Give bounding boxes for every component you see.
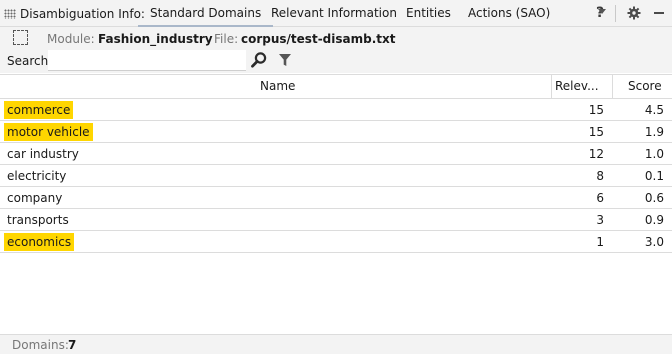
tab-actions-sao[interactable]: Actions (SAO) [468,0,550,27]
domains-count-label: Domains: [12,338,69,352]
table-row[interactable]: commerce 15 4.5 [0,99,672,121]
score-cell: 0.6 [644,191,664,205]
file-label: File: [214,32,239,46]
sort-descending-icon[interactable] [598,9,606,14]
search-input[interactable] [48,50,246,71]
relevance-cell: 12 [588,147,604,161]
relevance-cell: 1 [596,235,604,249]
column-header-relevance[interactable]: Relev... [555,75,599,98]
domain-name-cell: company [7,191,63,205]
relevance-cell: 6 [596,191,604,205]
relevance-cell: 15 [588,125,604,139]
domain-name-cell: economics [4,233,75,251]
table-row[interactable]: car industry 12 1.0 [0,143,672,165]
relevance-cell: 15 [588,103,604,117]
table-row[interactable]: transports 3 0.9 [0,209,672,231]
domain-name-cell: electricity [7,169,67,183]
column-header-score[interactable]: Score [628,75,662,98]
tab-relevant-information[interactable]: Relevant Information [271,0,397,27]
module-value: Fashion_industry [98,32,213,46]
table-header: Name Relev... Score [0,74,672,99]
domain-name-cell: motor vehicle [4,123,93,141]
score-cell: 0.1 [644,169,664,183]
score-cell: 3.0 [644,235,664,249]
status-bar [0,334,672,354]
table-row[interactable]: company 6 0.6 [0,187,672,209]
score-cell: 0.9 [644,213,664,227]
file-value: corpus/test-disamb.txt [241,32,396,46]
domain-name-cell: commerce [4,101,74,119]
settings-icon[interactable] [624,0,644,27]
table-row[interactable]: electricity 8 0.1 [0,165,672,187]
tab-standard-domains[interactable]: Standard Domains [137,0,274,27]
table-row[interactable]: motor vehicle 15 1.9 [0,121,672,143]
grip-icon[interactable] [4,9,16,19]
relevance-cell: 3 [596,213,604,227]
column-divider[interactable] [551,75,552,98]
score-cell: 4.5 [644,103,664,117]
column-header-name[interactable]: Name [260,75,295,98]
filter-icon[interactable] [278,53,292,67]
toolbar-divider [615,5,616,22]
view-title: Disambiguation Info: [20,7,145,21]
column-divider[interactable] [612,75,613,98]
table-row[interactable]: economics 1 3.0 [0,231,672,253]
module-label: Module: [47,32,95,46]
domain-name-cell: car industry [7,147,79,161]
relevance-cell: 8 [596,169,604,183]
tab-entities[interactable]: Entities [406,0,451,27]
minimize-icon[interactable] [649,0,669,27]
selection-icon[interactable] [13,30,28,45]
search-label: Search: [7,54,53,68]
domains-count-value: 7 [68,338,77,352]
search-icon[interactable] [250,51,268,69]
score-cell: 1.9 [644,125,664,139]
domain-name-cell: transports [7,213,69,227]
score-cell: 1.0 [644,147,664,161]
